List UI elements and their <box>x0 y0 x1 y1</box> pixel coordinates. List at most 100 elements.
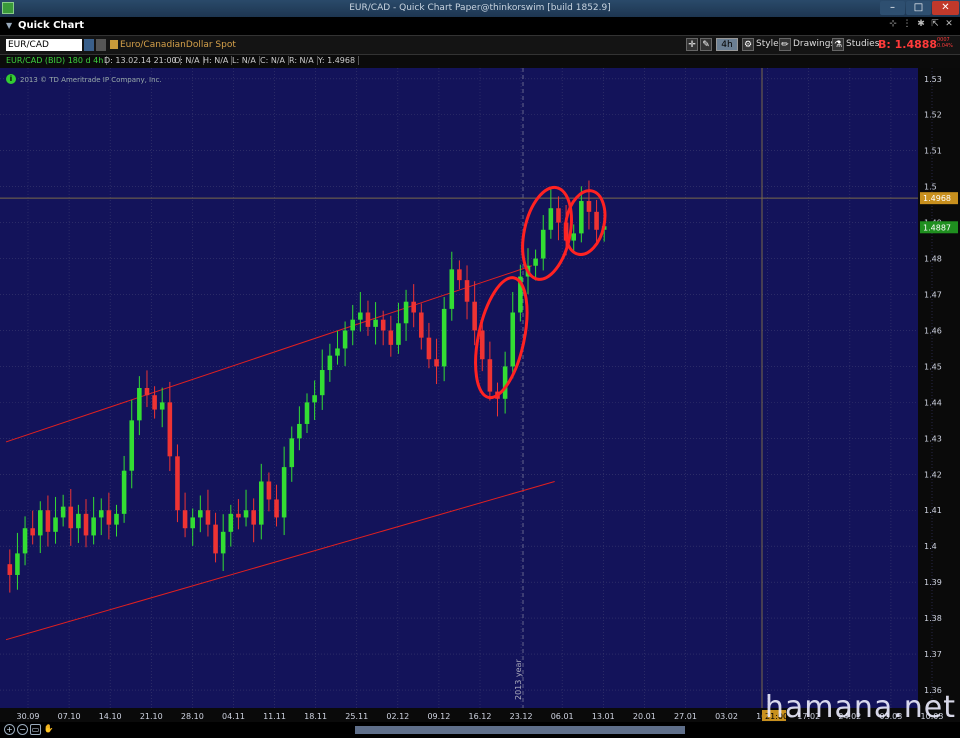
pin-icon[interactable]: ⊹ <box>888 19 898 30</box>
aggregation-button[interactable]: 4h <box>716 38 738 51</box>
minimize-button[interactable]: – <box>880 1 905 15</box>
gear-icon[interactable]: ✱ <box>916 19 926 30</box>
studies-icon: ⚗ <box>832 38 844 51</box>
candle-body <box>358 312 363 320</box>
info-icon[interactable]: i <box>6 74 16 84</box>
pan-hand-icon[interactable]: ✋ <box>43 724 54 735</box>
maximize-button[interactable]: □ <box>906 1 931 15</box>
drawings-menu[interactable]: Drawings <box>793 38 835 51</box>
symbol-description: Euro/CanadianDollar Spot <box>120 40 236 50</box>
candle-body <box>449 269 455 309</box>
bid-price: B: 1.4888 <box>878 38 938 51</box>
x-tick-label: 02.12 <box>386 712 409 721</box>
collapse-chevron-icon[interactable]: ▼ <box>6 21 12 30</box>
candle-body <box>380 319 386 331</box>
studies-menu[interactable]: Studies <box>846 38 879 51</box>
candle-body <box>571 233 576 241</box>
x-tick-label: 30.09 <box>17 712 40 721</box>
y-tick-label: 1.41 <box>924 506 942 515</box>
x-tick-label: 21.10 <box>140 712 163 721</box>
crosshair-icon[interactable]: ✛ <box>686 38 698 51</box>
y-tick-label: 1.45 <box>924 362 942 371</box>
candle-body <box>579 201 584 234</box>
candle-body <box>457 269 462 281</box>
x-tick-label: 28.10 <box>181 712 204 721</box>
candle-body <box>68 506 74 529</box>
x-tick-label: 13.01 <box>592 712 615 721</box>
style-menu[interactable]: Style <box>756 38 779 51</box>
last-price-badge: 1.4887 <box>923 223 951 232</box>
info-low: L: N/A <box>232 56 260 65</box>
wrench-icon[interactable]: ✎ <box>700 38 712 51</box>
candle-body <box>91 517 96 536</box>
candle-body <box>388 330 394 345</box>
candle-body <box>510 312 516 367</box>
candle-body <box>304 402 310 424</box>
panel-title: Quick Chart <box>18 20 85 31</box>
candle-body <box>106 510 112 525</box>
watermark: hamana.net <box>764 690 956 725</box>
candle-body <box>205 510 211 525</box>
candle-body <box>258 481 264 525</box>
window-title: EUR/CAD - Quick Chart Paper@thinkorswim … <box>349 3 611 13</box>
candle-body <box>426 337 432 360</box>
candle-body <box>373 319 378 327</box>
candle-body <box>144 388 150 396</box>
symbol-dropdown-icon[interactable] <box>84 39 94 51</box>
link-icon[interactable]: ⋮ <box>902 19 912 30</box>
symbol-lookup-icon[interactable] <box>96 39 106 51</box>
x-tick-label: 25.11 <box>345 712 368 721</box>
x-tick-label: 03.02 <box>715 712 738 721</box>
candle-body <box>98 510 104 518</box>
candle-body <box>236 513 241 518</box>
candle-body <box>228 513 234 532</box>
candle-body <box>114 513 119 525</box>
x-tick-label: 16.12 <box>469 712 492 721</box>
info-open: O: N/A <box>174 56 204 65</box>
instrument-icon <box>110 40 118 49</box>
candle-body <box>30 528 35 536</box>
x-tick-label: 09.12 <box>427 712 450 721</box>
panel-close-icon[interactable]: ✕ <box>944 19 954 30</box>
y-tick-label: 1.5 <box>924 183 937 192</box>
year-label: 2013 year <box>514 659 523 700</box>
x-tick-label: 14.10 <box>99 712 122 721</box>
quick-chart-header: ▼ Quick Chart ⊹ ⋮ ✱ ⇱ ✕ <box>0 17 960 36</box>
candle-body <box>129 420 135 471</box>
candle-body <box>342 330 348 349</box>
study-label: EUR/CAD (BID) 180 d 4h <box>6 56 108 65</box>
zoom-out-icon[interactable]: − <box>17 724 28 735</box>
bid-change-pct: 0.04% <box>937 43 953 49</box>
symbol-input[interactable]: EUR/CAD <box>6 39 82 51</box>
y-tick-label: 1.47 <box>924 291 942 300</box>
detach-icon[interactable]: ⇱ <box>930 19 940 30</box>
candle-body <box>182 510 188 529</box>
y-tick-label: 1.42 <box>924 470 942 479</box>
close-button[interactable]: ✕ <box>932 1 959 15</box>
x-tick-label: 18.11 <box>304 712 327 721</box>
candle-body <box>60 506 66 518</box>
candle-body <box>479 330 485 360</box>
y-tick-label: 1.37 <box>924 650 942 659</box>
candle-body <box>411 301 416 313</box>
time-scrollbar[interactable] <box>355 726 685 734</box>
candle-body <box>243 510 249 518</box>
y-tick-label: 1.46 <box>924 326 942 335</box>
candle-body <box>15 553 20 575</box>
y-tick-label: 1.39 <box>924 578 942 587</box>
y-tick-label: 1.53 <box>924 75 942 84</box>
zoom-in-icon[interactable]: + <box>4 724 15 735</box>
y-tick-label: 1.38 <box>924 614 942 623</box>
info-range: R: N/A <box>289 56 318 65</box>
candle-body <box>396 323 401 345</box>
candle-body <box>213 524 218 554</box>
price-chart[interactable]: 1.531.521.511.51.491.481.471.461.451.441… <box>0 68 960 722</box>
candle-body <box>53 517 58 532</box>
y-tick-label: 1.48 <box>924 255 942 264</box>
zoom-fit-icon[interactable]: ▭ <box>30 724 41 735</box>
candle-body <box>533 258 538 266</box>
x-tick-label: 06.01 <box>551 712 574 721</box>
candle-body <box>540 229 546 259</box>
candle-body <box>319 370 325 396</box>
chart-info-bar: EUR/CAD (BID) 180 d 4h D: 13.02.14 21:00… <box>0 55 960 68</box>
